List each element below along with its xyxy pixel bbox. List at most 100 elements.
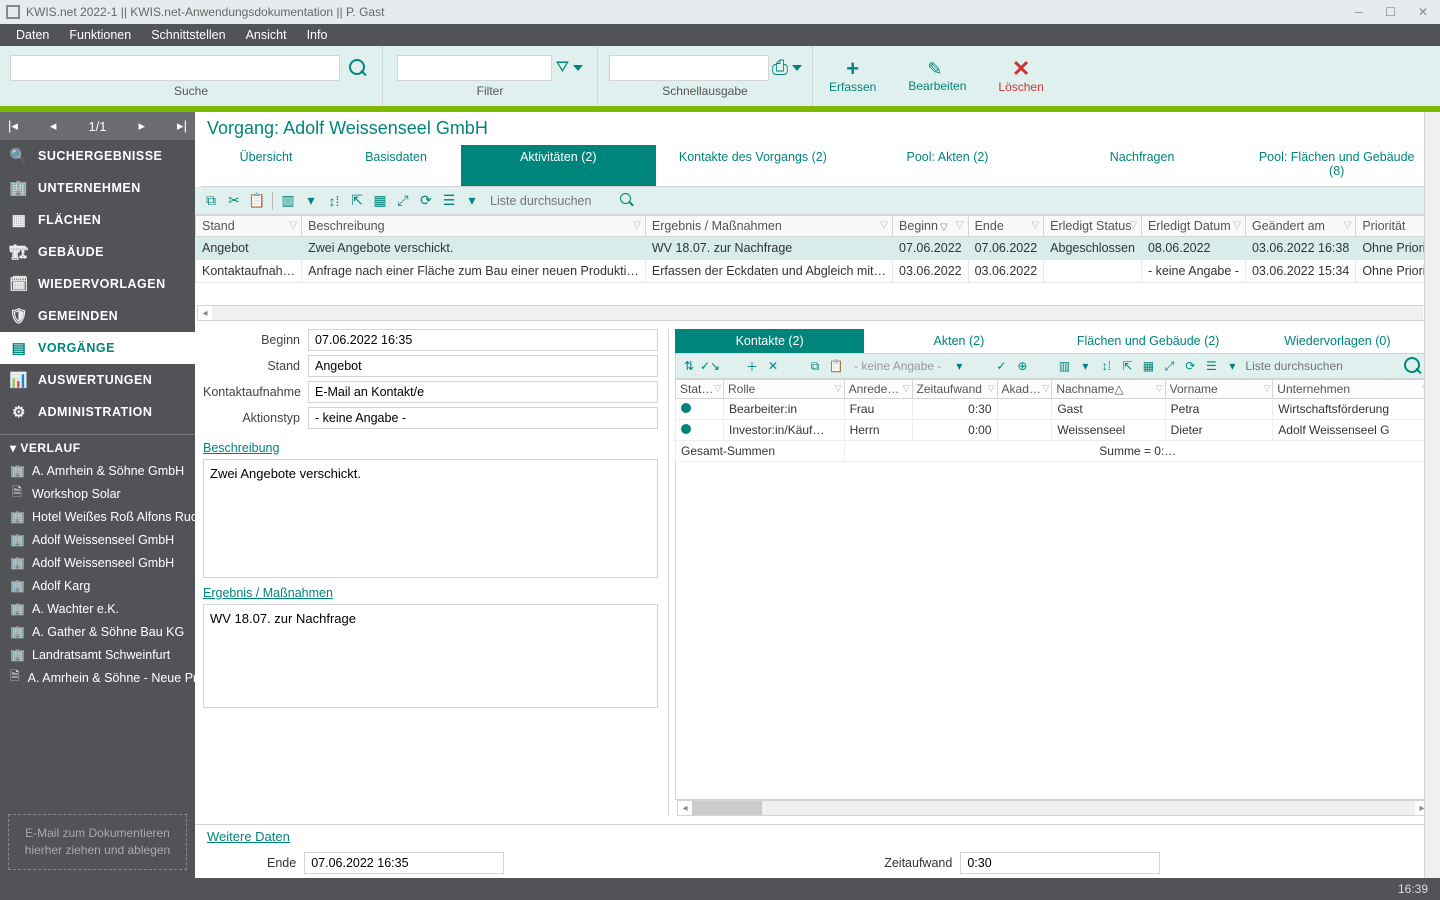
maximize-button[interactable]: ☐ [1385, 5, 1396, 19]
close-button[interactable]: ✕ [1418, 5, 1428, 19]
grid-hscroll[interactable]: ◂ ▸ [197, 305, 1438, 321]
history-item[interactable]: 🏢Adolf Karg [0, 574, 195, 597]
col-header[interactable]: Ende▽ [968, 216, 1044, 237]
export-icon[interactable]: ⇱ [1118, 357, 1136, 375]
sidebar-item-unternehmen[interactable]: 🏢UNTERNEHMEN [0, 172, 195, 204]
chevron-down-icon[interactable]: ▾ [1076, 357, 1094, 375]
subgrid-hscroll[interactable]: ◂ ▸ [677, 800, 1430, 816]
right-search-button[interactable] [1404, 357, 1422, 375]
col-header[interactable]: Nachname△▽ [1052, 380, 1165, 399]
edit-button[interactable]: Bearbeiten [892, 46, 982, 106]
sub-tab-2[interactable]: Flächen und Gebäude (2) [1054, 329, 1243, 353]
tab-2[interactable]: Aktivitäten (2) [461, 145, 656, 186]
add-icon[interactable]: ＋ [743, 357, 761, 375]
nav-first-button[interactable]: |◂ [8, 118, 18, 134]
email-dropzone[interactable]: E-Mail zum Dokumentieren hierher ziehen … [8, 814, 187, 870]
col-header[interactable]: Akad…▽ [997, 380, 1052, 399]
filter-icon[interactable]: ▽ [835, 383, 842, 394]
filter-icon[interactable]: ▽ [988, 383, 995, 394]
sidebar-item-wiedervorlagen[interactable]: 🗓WIEDERVORLAGEN [0, 268, 195, 300]
sidebar-item-vorgänge[interactable]: ▤VORGÄNGE [0, 332, 195, 364]
table-row[interactable]: Kontaktaufnah…Anfrage nach einer Fläche … [196, 260, 1440, 283]
table-row[interactable]: Investor:in/Käuf…Herrn0:00WeissenseelDie… [676, 420, 1432, 441]
quickprint-button[interactable] [773, 54, 801, 82]
right-select[interactable]: - keine Angabe - [848, 359, 947, 373]
tab-6[interactable]: Pool: Flächen und Gebäude (8) [1239, 145, 1434, 186]
menu-daten[interactable]: Daten [6, 28, 59, 42]
ergebnis-textarea[interactable] [203, 604, 658, 708]
sub-tab-1[interactable]: Akten (2) [864, 329, 1053, 353]
sort-icon[interactable]: ↕⁞ [1097, 357, 1115, 375]
col-header[interactable]: Ergebnis / Maßnahmen▽ [645, 216, 892, 237]
paste-icon[interactable]: 📋 [827, 357, 845, 375]
table-icon[interactable]: ▦ [1139, 357, 1157, 375]
history-item[interactable]: 🗎Workshop Solar [0, 482, 195, 505]
sub-tab-3[interactable]: Wiedervorlagen (0) [1243, 329, 1432, 353]
contacts-grid[interactable]: Stat…▽Rolle▽Anrede…▽Zeitaufwand▽Akad…▽Na… [675, 379, 1432, 462]
copy-icon[interactable]: ⧉ [806, 357, 824, 375]
tab-1[interactable]: Basisdaten [331, 145, 461, 186]
zeit-field[interactable] [960, 852, 1160, 874]
delete-button[interactable]: ✕ Löschen [982, 46, 1059, 106]
cut-icon[interactable]: ✂ [224, 191, 244, 211]
col-header[interactable]: Vorname▽ [1165, 380, 1273, 399]
sort-icon[interactable]: ↕⁞ [324, 191, 344, 211]
filter-icon[interactable]: ▽ [1156, 383, 1163, 394]
tab-5[interactable]: Nachfragen [1045, 145, 1240, 186]
search-button[interactable] [344, 54, 372, 82]
list-icon[interactable]: ☰ [439, 191, 459, 211]
search-input[interactable] [10, 55, 340, 81]
table-row[interactable]: Bearbeiter:inFrau0:30GastPetraWirtschaft… [676, 399, 1432, 420]
col-header[interactable]: Stand▽ [196, 216, 302, 237]
col-header[interactable]: Erledigt Status▽ [1044, 216, 1142, 237]
aktion-field[interactable] [308, 407, 658, 429]
col-header[interactable]: Unternehmen▽ [1273, 380, 1432, 399]
filter-icon[interactable]: ▽ [1031, 220, 1039, 231]
filter-icon[interactable]: ▽ [956, 220, 964, 231]
filter-icon[interactable]: ▽ [903, 383, 910, 394]
globe-icon[interactable]: ⊕ [1013, 357, 1031, 375]
history-item[interactable]: 🏢Landratsamt Schweinfurt [0, 643, 195, 666]
remove-icon[interactable]: ✕ [764, 357, 782, 375]
sidebar-item-administration[interactable]: ⚙ADMINISTRATION [0, 396, 195, 428]
filter-icon[interactable]: ▽ [1129, 220, 1137, 231]
filter-icon[interactable]: ▽ [714, 383, 721, 394]
apply-icon[interactable]: ✓ [992, 357, 1010, 375]
history-item[interactable]: 🏢A. Amrhein & Söhne GmbH [0, 459, 195, 482]
sub-tab-0[interactable]: Kontakte (2) [675, 329, 864, 353]
table-icon[interactable]: ▦ [370, 191, 390, 211]
beschreibung-textarea[interactable] [203, 459, 658, 578]
chevron-down-icon[interactable]: ▾ [950, 357, 968, 375]
refresh-icon[interactable]: ⟳ [416, 191, 436, 211]
paste-icon[interactable]: 📋 [247, 191, 267, 211]
tab-4[interactable]: Pool: Akten (2) [850, 145, 1045, 186]
history-item[interactable]: 🏢A. Gather & Söhne Bau KG [0, 620, 195, 643]
col-header[interactable]: Geändert am▽ [1245, 216, 1355, 237]
chevron-down-icon[interactable]: ▾ [462, 191, 482, 211]
chevron-down-icon[interactable]: ▾ [301, 191, 321, 211]
stand-field[interactable] [308, 355, 658, 377]
copy-icon[interactable]: ⧉ [201, 191, 221, 211]
filter-icon[interactable]: ▽ [1233, 220, 1241, 231]
filter-input[interactable] [397, 55, 552, 81]
ende-field[interactable] [304, 852, 504, 874]
sidebar-item-gebäude[interactable]: 🏗GEBÄUDE [0, 236, 195, 268]
minimize-button[interactable]: ─ [1355, 5, 1364, 19]
list-search-button[interactable] [618, 191, 638, 211]
menu-funktionen[interactable]: Funktionen [59, 28, 141, 42]
tab-0[interactable]: Übersicht [201, 145, 331, 186]
history-item[interactable]: 🗎A. Amrhein & Söhne - Neue Pr… [0, 666, 195, 689]
col-header[interactable]: Erledigt Datum▽ [1141, 216, 1245, 237]
capture-button[interactable]: + Erfassen [813, 46, 892, 106]
kontakt-field[interactable] [308, 381, 658, 403]
filter-button[interactable] [556, 54, 584, 82]
nav-prev-button[interactable]: ◂ [50, 118, 57, 134]
nav-last-button[interactable]: ▸| [177, 118, 187, 134]
filter-icon[interactable]: ▽ [1263, 383, 1270, 394]
filter-icon[interactable]: ▽ [1344, 220, 1352, 231]
sidebar-item-auswertungen[interactable]: 📊AUSWERTUNGEN [0, 364, 195, 396]
col-header[interactable]: Beginn▽▽ [893, 216, 969, 237]
list-icon[interactable]: ☰ [1202, 357, 1220, 375]
check-icon[interactable]: ✓↘ [701, 357, 719, 375]
sidebar-item-flächen[interactable]: ▦FLÄCHEN [0, 204, 195, 236]
